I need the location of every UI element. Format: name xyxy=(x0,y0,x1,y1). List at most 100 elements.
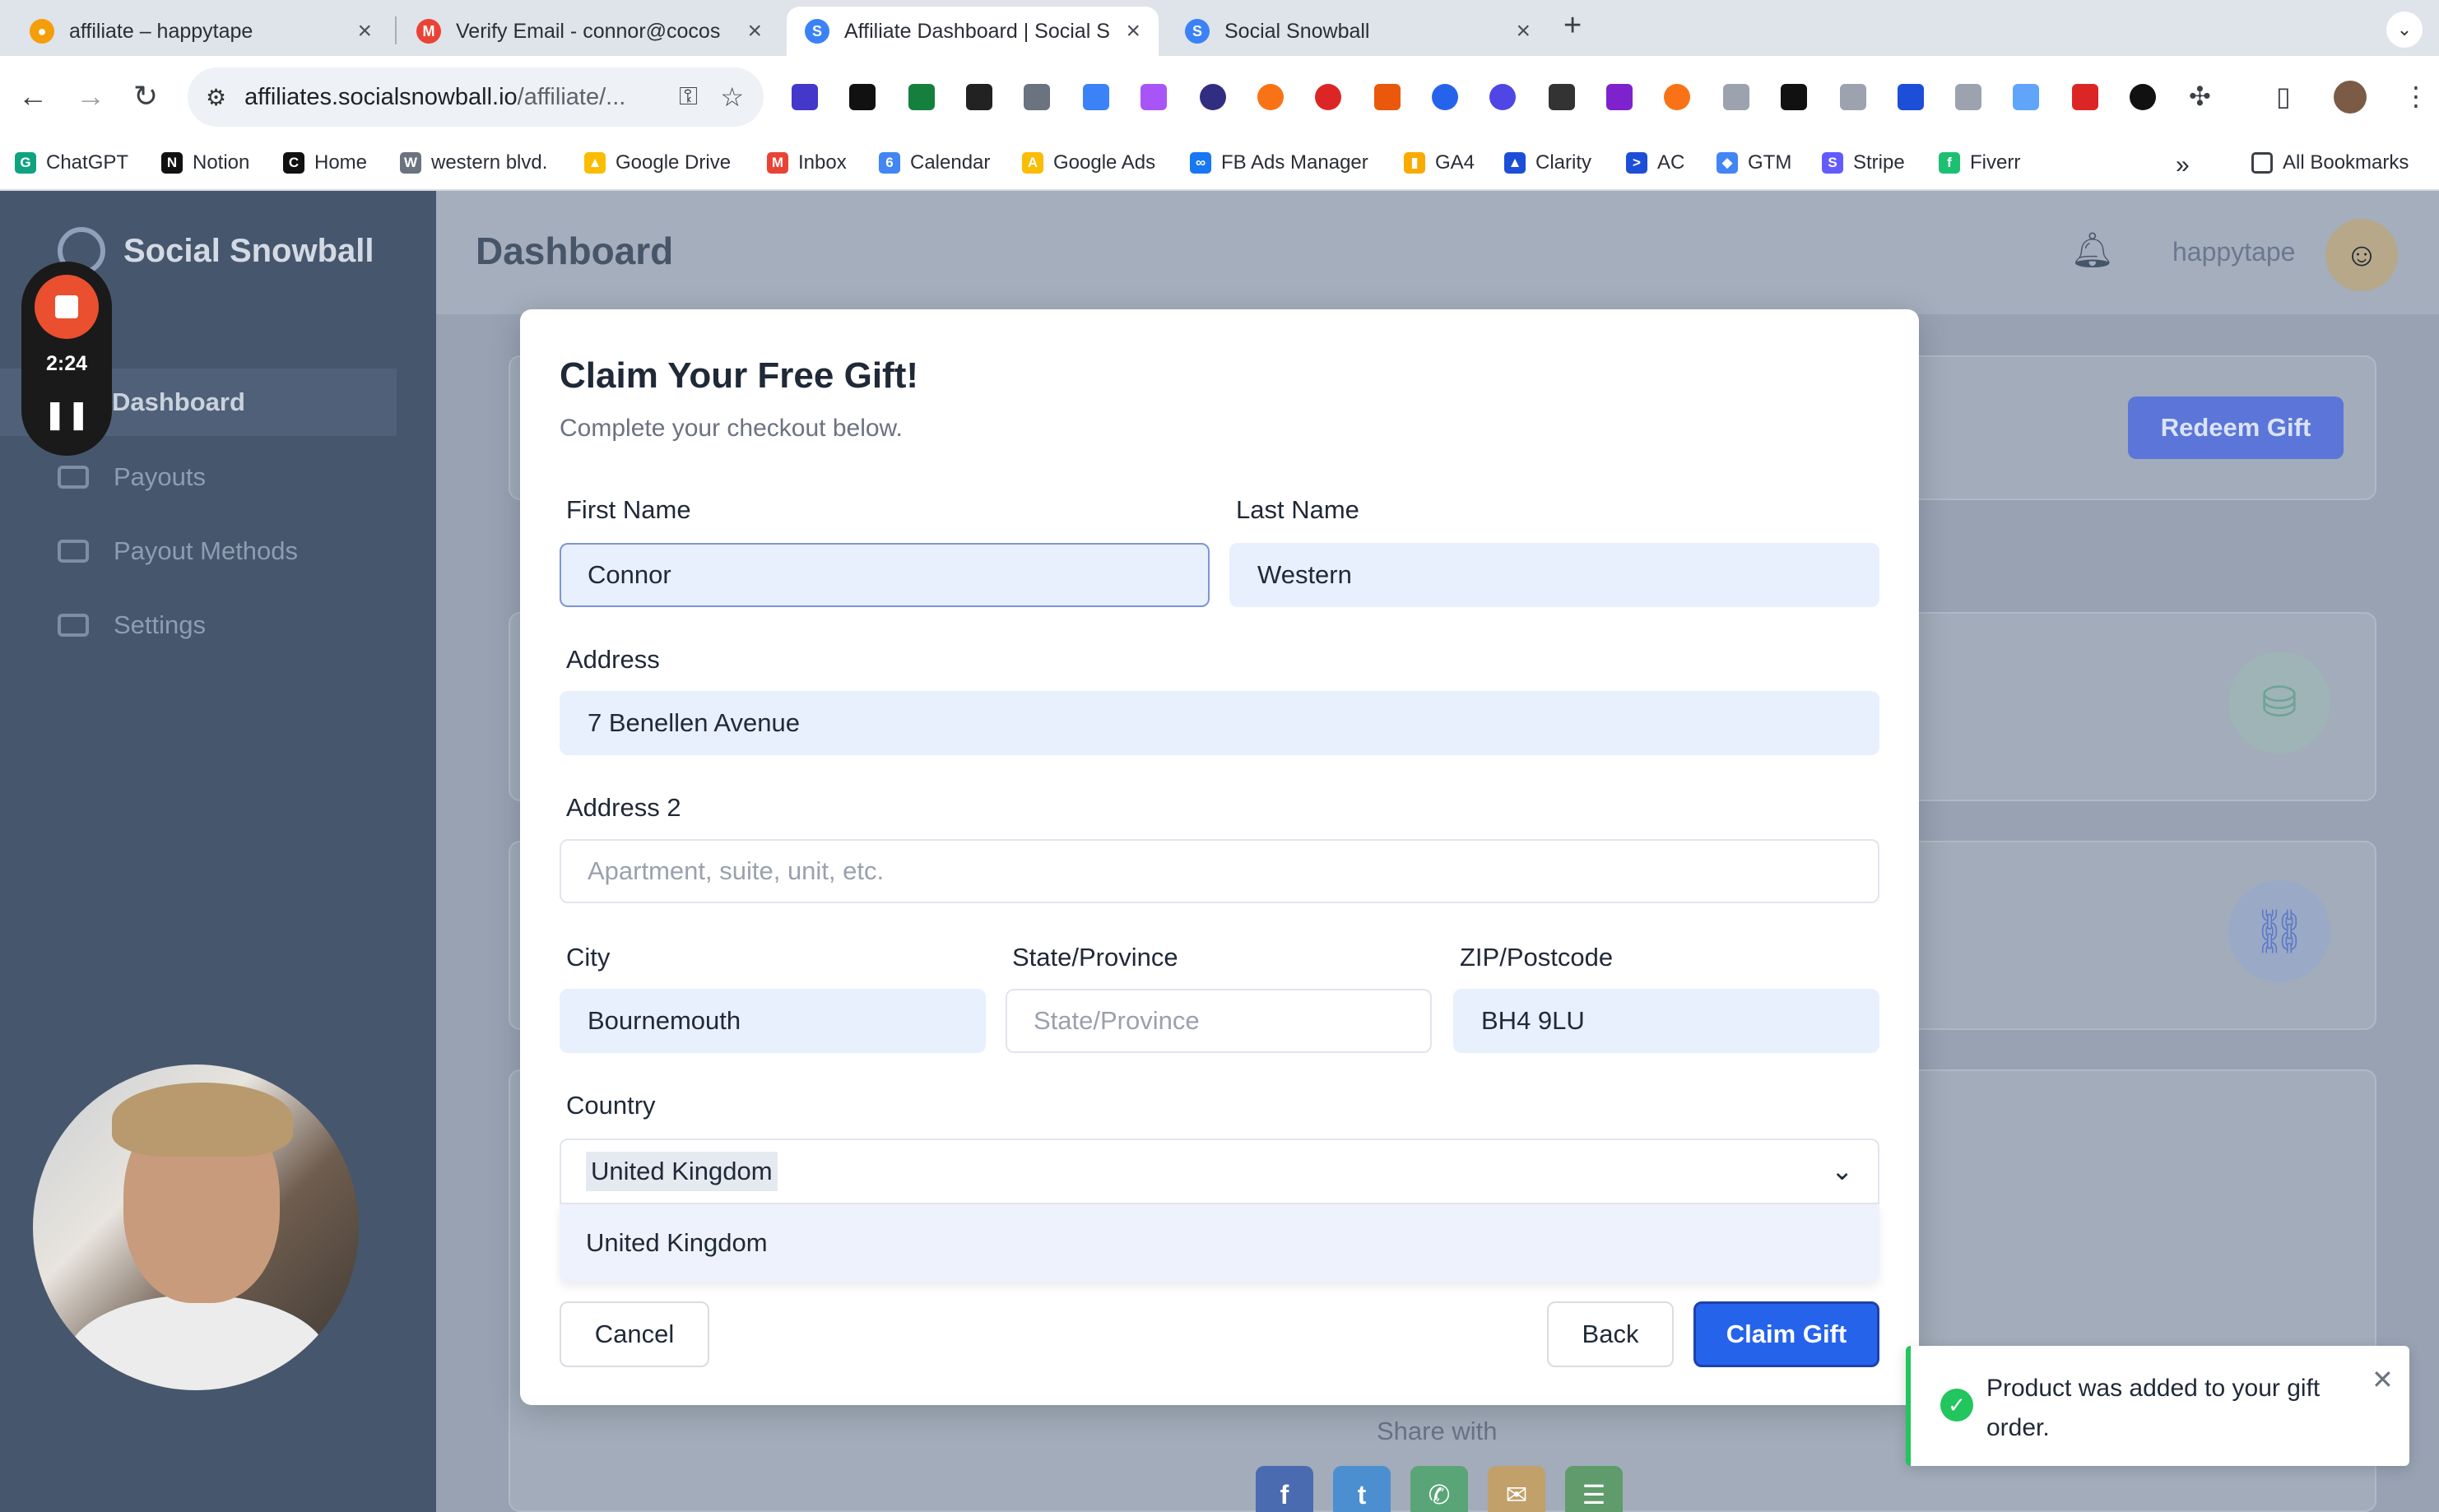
extension-icon[interactable] xyxy=(1489,84,1516,110)
close-icon[interactable]: ✕ xyxy=(2372,1364,2394,1395)
facebook-icon[interactable]: f xyxy=(1256,1466,1313,1512)
extension-icon[interactable] xyxy=(792,84,818,110)
address-bar[interactable]: ⚙ affiliates.socialsnowball.io/affiliate… xyxy=(188,67,764,127)
extension-icon[interactable] xyxy=(849,84,876,110)
country-select[interactable]: United Kingdom ⌄ xyxy=(560,1139,1879,1204)
extension-icon[interactable] xyxy=(1840,84,1866,110)
redeem-gift-button[interactable]: Redeem Gift xyxy=(2128,397,2344,459)
bookmark-western-blvd[interactable]: Wwestern blvd. xyxy=(400,151,547,174)
google-ads-icon: A xyxy=(1022,152,1043,174)
claim-gift-button[interactable]: Claim Gift xyxy=(1693,1301,1879,1367)
address-label: Address xyxy=(566,645,660,674)
bookmark-gtm[interactable]: ◆ GTM xyxy=(1717,151,1791,174)
bookmark-notion[interactable]: N Notion xyxy=(161,151,249,174)
site-settings-icon[interactable]: ⚙ xyxy=(206,84,226,111)
extension-icon[interactable] xyxy=(1315,84,1341,110)
check-circle-icon: ✓ xyxy=(1940,1389,1973,1422)
extension-icon[interactable] xyxy=(1374,84,1401,110)
back-button[interactable]: Back xyxy=(1547,1301,1674,1367)
reload-icon[interactable]: ↻ xyxy=(133,79,158,114)
bookmark-stripe[interactable]: S Stripe xyxy=(1822,151,1905,174)
url-path: /affiliate/... xyxy=(517,83,626,110)
extension-icon[interactable] xyxy=(1664,84,1690,110)
profile-avatar[interactable] xyxy=(2334,81,2367,114)
extension-icon[interactable] xyxy=(1955,84,1981,110)
extension-icon[interactable] xyxy=(1432,84,1458,110)
bookmark-fb-ads-manager[interactable]: ∞ FB Ads Manager xyxy=(1190,151,1368,174)
tab-social-snowball[interactable]: S Social Snowball × xyxy=(1167,7,1549,56)
more-bookmarks-icon[interactable]: » xyxy=(2176,151,2190,179)
close-tab-icon[interactable]: × xyxy=(1126,17,1141,45)
browser-menu-icon[interactable]: ⋮ xyxy=(2403,81,2429,112)
twitter-icon[interactable]: t xyxy=(1333,1466,1391,1512)
bookmark-google-drive[interactable]: ▲ Google Drive xyxy=(584,151,731,174)
state-field[interactable]: State/Province xyxy=(1006,989,1432,1053)
bookmark-chatgpt[interactable]: G ChatGPT xyxy=(15,151,128,174)
back-arrow-icon[interactable]: ← xyxy=(18,79,48,114)
tab-affiliate-happytape[interactable]: ● affiliate – happytape × xyxy=(12,7,390,56)
cancel-button[interactable]: Cancel xyxy=(560,1301,709,1367)
screen-recorder-controls: 2:24 ❚❚ xyxy=(21,262,112,456)
fiverr-icon: f xyxy=(1939,152,1960,174)
all-bookmarks[interactable]: All Bookmarks xyxy=(2251,151,2409,174)
bookmark-star-icon[interactable]: ☆ xyxy=(720,81,744,113)
sidebar-item-payouts[interactable]: Payouts xyxy=(58,462,206,492)
extension-icon[interactable] xyxy=(1200,84,1226,110)
address-field[interactable]: 7 Benellen Avenue xyxy=(560,691,1879,755)
extension-icon[interactable] xyxy=(1257,84,1284,110)
avatar[interactable]: ☺ xyxy=(2325,219,2398,291)
bookmark-ac[interactable]: > AC xyxy=(1626,151,1684,174)
side-panel-icon[interactable]: ▯ xyxy=(2276,81,2291,112)
username[interactable]: happytape xyxy=(2172,237,2295,267)
address2-field[interactable]: Apartment, suite, unit, etc. xyxy=(560,839,1879,903)
bookmark-fiverr[interactable]: f Fiverr xyxy=(1939,151,2020,174)
webcam-bubble[interactable] xyxy=(33,1064,359,1390)
extension-icon[interactable] xyxy=(1898,84,1924,110)
close-tab-icon[interactable]: × xyxy=(357,17,372,45)
bookmark-calendar[interactable]: 6 Calendar xyxy=(879,151,990,174)
email-icon[interactable]: ✉ xyxy=(1488,1466,1545,1512)
close-tab-icon[interactable]: × xyxy=(1516,17,1531,45)
password-key-icon[interactable]: ⚿ xyxy=(679,83,698,111)
bookmark-google-ads[interactable]: A Google Ads xyxy=(1022,151,1155,174)
city-field[interactable]: Bournemouth xyxy=(560,989,986,1053)
brand[interactable]: Social Snowball xyxy=(58,227,374,275)
tab-verify-email[interactable]: M Verify Email - connor@cocos × xyxy=(398,7,780,56)
forward-arrow-icon[interactable]: → xyxy=(76,79,105,114)
extension-icon[interactable] xyxy=(1781,84,1807,110)
extension-icon[interactable] xyxy=(966,84,992,110)
new-tab-button[interactable]: + xyxy=(1563,8,1582,44)
extension-icon[interactable] xyxy=(1083,84,1109,110)
country-selected-value: United Kingdom xyxy=(586,1152,778,1191)
bell-icon[interactable]: 🔔︎ xyxy=(2070,230,2114,271)
close-tab-icon[interactable]: × xyxy=(747,17,762,45)
extension-icon[interactable] xyxy=(2130,84,2156,110)
country-option-united-kingdom[interactable]: United Kingdom xyxy=(560,1204,1879,1282)
extension-icon[interactable] xyxy=(1024,84,1050,110)
first-name-field[interactable]: Connor xyxy=(560,543,1210,607)
whatsapp-icon[interactable]: ✆ xyxy=(1410,1466,1468,1512)
pause-icon[interactable]: ❚❚ xyxy=(21,398,112,431)
sidebar-item-settings[interactable]: Settings xyxy=(58,610,206,640)
extension-icon[interactable] xyxy=(2013,84,2039,110)
bookmark-home[interactable]: C Home xyxy=(283,151,367,174)
last-name-field[interactable]: Western xyxy=(1229,543,1879,607)
bookmark-label: AC xyxy=(1657,151,1685,174)
extension-icon[interactable] xyxy=(1549,84,1575,110)
zip-field[interactable]: BH4 9LU xyxy=(1453,989,1879,1053)
city-label: City xyxy=(566,943,611,972)
stop-recording-button[interactable] xyxy=(35,275,99,339)
extension-icon[interactable] xyxy=(1606,84,1633,110)
sms-icon[interactable]: ☰ xyxy=(1565,1466,1623,1512)
bookmark-ga4[interactable]: ▮ GA4 xyxy=(1404,151,1475,174)
tab-search-chevron-icon[interactable]: ⌄ xyxy=(2386,12,2423,48)
extension-icon[interactable] xyxy=(908,84,935,110)
extensions-puzzle-icon[interactable]: ✣ xyxy=(2189,81,2211,112)
bookmark-inbox[interactable]: M Inbox xyxy=(767,151,847,174)
tab-affiliate-dashboard[interactable]: S Affiliate Dashboard | Social S × xyxy=(787,7,1159,56)
bookmark-clarity[interactable]: ▲ Clarity xyxy=(1504,151,1591,174)
sidebar-item-payout-methods[interactable]: Payout Methods xyxy=(58,536,298,566)
extension-icon[interactable] xyxy=(2072,84,2098,110)
extension-icon[interactable] xyxy=(1141,84,1167,110)
camera-extension-icon[interactable] xyxy=(1723,84,1749,110)
